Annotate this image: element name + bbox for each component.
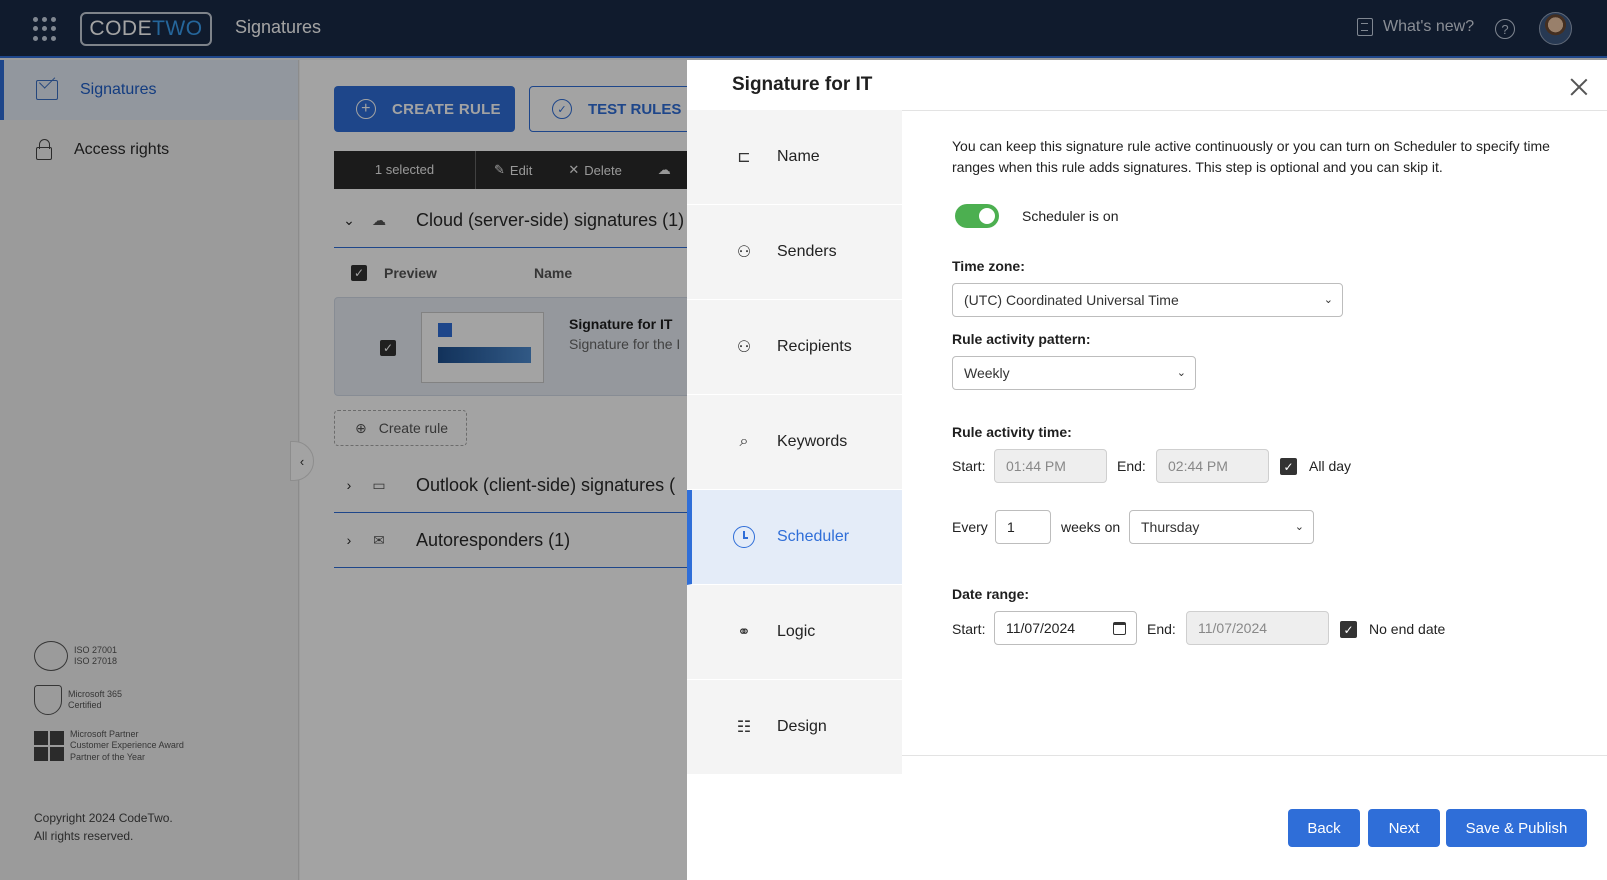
chevron-down-icon: ⌄	[1176, 367, 1186, 379]
start-time-input[interactable]: 01:44 PM	[994, 449, 1107, 483]
senders-icon: ⚇	[736, 244, 752, 261]
rule-editor-drawer: Signature for IT ⊏ Name ⚇ Senders ⚇ Reci…	[687, 60, 1607, 880]
start-time-label: Start:	[952, 458, 986, 474]
step-name[interactable]: ⊏ Name	[687, 110, 902, 205]
end-date-input[interactable]: 11/07/2024	[1186, 611, 1329, 645]
all-day-checkbox[interactable]: ✓	[1280, 458, 1297, 475]
time-zone-select[interactable]: (UTC) Coordinated Universal Time ⌄	[952, 283, 1343, 317]
chevron-down-icon: ⌄	[1294, 521, 1304, 533]
all-day-label: All day	[1309, 458, 1352, 474]
step-design[interactable]: ☷ Design	[687, 680, 902, 775]
date-range-label: Date range:	[952, 586, 1030, 602]
chevron-down-icon: ⌄	[1323, 294, 1333, 306]
no-end-date-checkbox[interactable]: ✓	[1340, 621, 1357, 638]
pattern-select[interactable]: Weekly ⌄	[952, 356, 1196, 390]
every-label: Every	[952, 519, 988, 535]
activity-time-label: Rule activity time:	[952, 424, 1072, 440]
scheduler-toggle-label: Scheduler is on	[1022, 208, 1119, 224]
step-scheduler[interactable]: Scheduler	[687, 490, 902, 585]
weeks-on-label: weeks on	[1061, 519, 1121, 535]
scheduler-toggle[interactable]	[955, 204, 999, 228]
weekday-select[interactable]: Thursday ⌄	[1129, 510, 1314, 544]
end-date-label: End:	[1147, 621, 1176, 637]
scheduler-intro-text: You can keep this signature rule active …	[952, 138, 1550, 175]
clock-icon	[733, 526, 755, 548]
save-publish-button[interactable]: Save & Publish	[1446, 809, 1587, 847]
signpost-icon: ⊏	[737, 149, 751, 166]
calendar-icon[interactable]	[1113, 622, 1126, 635]
divider	[902, 110, 1607, 111]
keywords-icon: ⌕	[739, 433, 749, 450]
step-recipients[interactable]: ⚇ Recipients	[687, 300, 902, 395]
every-weeks-input[interactable]: 1	[995, 510, 1051, 544]
next-button[interactable]: Next	[1368, 809, 1440, 847]
footer-divider	[902, 755, 1607, 756]
pattern-label: Rule activity pattern:	[952, 331, 1091, 347]
wizard-steps: ⊏ Name ⚇ Senders ⚇ Recipients ⌕ Keywords…	[687, 110, 902, 775]
end-time-input[interactable]: 02:44 PM	[1156, 449, 1269, 483]
back-button[interactable]: Back	[1288, 809, 1360, 847]
end-time-label: End:	[1117, 458, 1146, 474]
start-date-label: Start:	[952, 621, 986, 637]
logic-icon: ⚭	[737, 624, 751, 641]
time-zone-label: Time zone:	[952, 258, 1025, 274]
design-icon: ☷	[736, 719, 752, 736]
close-icon[interactable]	[1570, 78, 1588, 96]
start-date-input[interactable]: 11/07/2024	[994, 611, 1137, 645]
step-keywords[interactable]: ⌕ Keywords	[687, 395, 902, 490]
no-end-date-label: No end date	[1369, 621, 1446, 637]
step-senders[interactable]: ⚇ Senders	[687, 205, 902, 300]
recipients-icon: ⚇	[736, 339, 752, 356]
step-logic[interactable]: ⚭ Logic	[687, 585, 902, 680]
drawer-title: Signature for IT	[732, 74, 873, 95]
